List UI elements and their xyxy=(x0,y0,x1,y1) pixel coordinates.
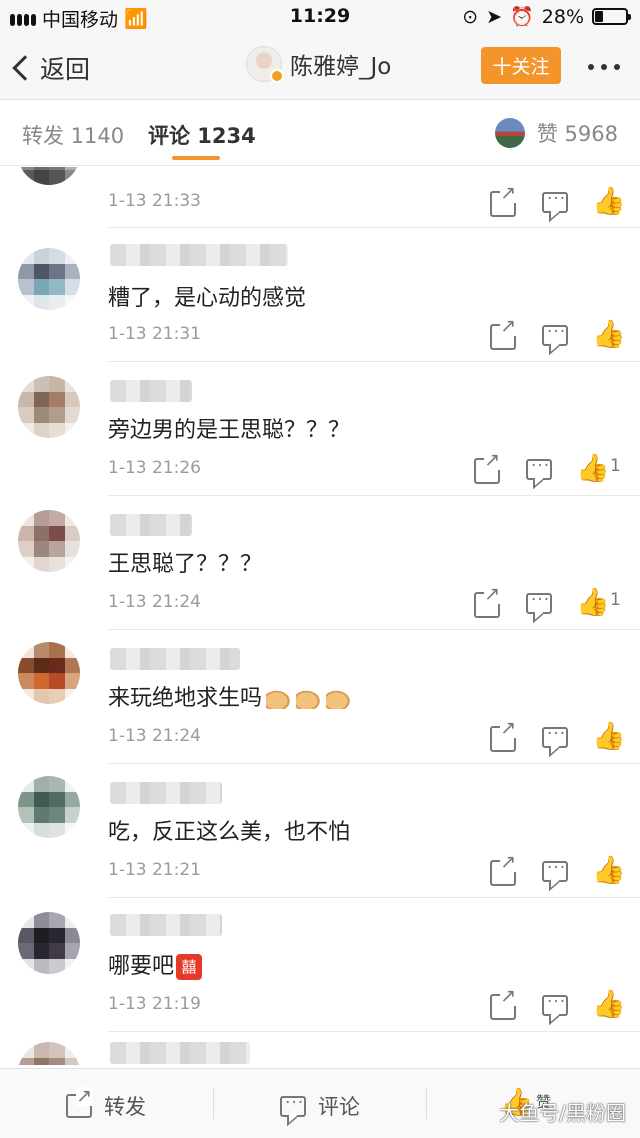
user-name-blurred[interactable] xyxy=(110,244,288,266)
comment-button[interactable]: 评论 xyxy=(280,1091,360,1121)
comment-item xyxy=(0,1032,640,1065)
lock-rotation-icon: ⊙ xyxy=(462,5,479,28)
battery-percent: 28% xyxy=(541,5,584,28)
tab-indicator xyxy=(172,156,220,160)
comment-text: 旁边男的是王思聪？？？ xyxy=(108,418,351,443)
comment-time: 1-13 21:21 xyxy=(108,860,201,880)
user-name-blurred[interactable] xyxy=(110,782,222,804)
comment-label: 评论 xyxy=(318,1095,360,1119)
comment-text: 来玩绝地求生吗 xyxy=(108,680,353,712)
comment-item: 哪要吧囍 1-13 21:19 👍 xyxy=(0,898,640,1032)
liker-avatar xyxy=(494,118,525,148)
comment-time: 1-13 21:31 xyxy=(108,324,201,344)
user-name-blurred[interactable] xyxy=(110,1042,250,1064)
avatar[interactable] xyxy=(18,642,80,704)
emoji-icon xyxy=(326,689,353,709)
share-icon xyxy=(66,1087,93,1118)
share-icon[interactable] xyxy=(490,853,517,886)
back-button[interactable]: 返回 xyxy=(12,50,91,86)
nav-user[interactable]: 陈雅婷_Jo xyxy=(246,46,391,83)
like-icon[interactable]: 👍 xyxy=(592,723,626,750)
share-icon[interactable] xyxy=(490,184,517,217)
comment-text: 王思聪了？？？ xyxy=(108,552,263,577)
avatar[interactable] xyxy=(18,248,80,310)
like-icon[interactable]: 👍 xyxy=(592,321,626,348)
like-icon[interactable]: 👍 xyxy=(592,188,626,215)
likes-count: 赞 5968 xyxy=(536,122,618,146)
comment-item: 1-13 21:33 👍 xyxy=(0,167,640,228)
like-icon[interactable]: 👍 xyxy=(576,455,610,482)
avatar[interactable] xyxy=(18,510,80,572)
share-icon[interactable] xyxy=(474,451,501,484)
tab-likes[interactable]: 赞 5968 xyxy=(494,118,618,148)
comment-list[interactable]: 1-13 21:33 👍 糟了，是心动的感觉 1-13 21:31 👍 旁边男的… xyxy=(0,167,640,1065)
battery-icon xyxy=(592,8,631,25)
divider xyxy=(213,1087,214,1119)
comment-icon[interactable] xyxy=(542,322,568,346)
back-chevron-icon xyxy=(12,55,38,81)
tab-repost[interactable]: 转发 1140 xyxy=(22,120,124,150)
alarm-icon: ⏰ xyxy=(510,6,534,28)
comment-text: 糟了，是心动的感觉 xyxy=(108,286,307,311)
avatar[interactable] xyxy=(18,776,80,838)
like-icon[interactable]: 👍 xyxy=(592,857,626,884)
repost-label: 转发 xyxy=(104,1095,146,1119)
like-count: 1 xyxy=(610,456,621,476)
comment-icon[interactable] xyxy=(526,590,552,614)
comment-item: 吃，反正这么美，也不怕 1-13 21:21 👍 xyxy=(0,764,640,898)
divider xyxy=(426,1087,427,1119)
avatar[interactable] xyxy=(18,376,80,438)
comment-icon[interactable] xyxy=(542,724,568,748)
location-icon: ➤ xyxy=(486,5,503,28)
user-name-blurred[interactable] xyxy=(110,380,192,402)
share-icon[interactable] xyxy=(474,585,501,618)
comment-icon xyxy=(280,1093,306,1117)
tab-bar: 转发 1140 评论 1234 赞 5968 xyxy=(0,100,640,166)
comment-text-body: 来玩绝地求生吗 xyxy=(108,686,263,711)
comment-item: 糟了，是心动的感觉 1-13 21:31 👍 xyxy=(0,228,640,362)
emoji-icon xyxy=(266,689,293,709)
comment-time: 1-13 21:33 xyxy=(108,191,201,211)
comment-time: 1-13 21:24 xyxy=(108,726,201,746)
comment-icon[interactable] xyxy=(526,456,552,480)
double-happiness-icon: 囍 xyxy=(176,954,203,980)
comment-item: 来玩绝地求生吗 1-13 21:24 👍 xyxy=(0,630,640,764)
comment-icon[interactable] xyxy=(542,858,568,882)
repost-button[interactable]: 转发 xyxy=(66,1087,146,1121)
bottom-toolbar: 转发 评论 👍 赞 大鱼号/黑粉圈 xyxy=(0,1068,640,1138)
user-name-blurred[interactable] xyxy=(110,514,192,536)
share-icon[interactable] xyxy=(490,719,517,752)
like-icon[interactable]: 👍 xyxy=(592,991,626,1018)
avatar[interactable] xyxy=(246,46,284,83)
user-name-blurred[interactable] xyxy=(110,648,240,670)
comment-item: 王思聪了？？？ 1-13 21:24 👍 1 xyxy=(0,496,640,630)
watermark: 大鱼号/黑粉圈 xyxy=(499,1101,626,1125)
verified-icon xyxy=(270,69,284,83)
share-icon[interactable] xyxy=(490,987,517,1020)
comment-text: 哪要吧囍 xyxy=(108,948,203,980)
avatar[interactable] xyxy=(18,912,80,974)
comment-item: 旁边男的是王思聪？？？ 1-13 21:26 👍 1 xyxy=(0,362,640,496)
more-icon[interactable] xyxy=(588,64,620,70)
user-name-blurred[interactable] xyxy=(110,914,222,936)
emoji-icon xyxy=(296,689,323,709)
status-bar: 中国移动 📶 11:29 ⊙ ➤ ⏰ 28% xyxy=(0,0,640,34)
comment-text-body: 哪要吧 xyxy=(108,954,175,979)
like-count: 1 xyxy=(610,590,621,610)
share-icon[interactable] xyxy=(490,317,517,350)
comment-text: 吃，反正这么美，也不怕 xyxy=(108,820,351,845)
nav-bar: 返回 陈雅婷_Jo 十关注 xyxy=(0,34,640,100)
user-name[interactable]: 陈雅婷_Jo xyxy=(290,47,391,81)
comment-icon[interactable] xyxy=(542,992,568,1016)
comment-icon[interactable] xyxy=(542,189,568,213)
comment-time: 1-13 21:26 xyxy=(108,458,201,478)
follow-button[interactable]: 十关注 xyxy=(481,47,561,84)
avatar[interactable] xyxy=(18,167,80,185)
comment-time: 1-13 21:19 xyxy=(108,994,201,1014)
comment-time: 1-13 21:24 xyxy=(108,592,201,612)
back-label: 返回 xyxy=(40,55,91,84)
like-icon[interactable]: 👍 xyxy=(576,589,610,616)
avatar[interactable] xyxy=(18,1042,80,1065)
status-right: ⊙ ➤ ⏰ 28% xyxy=(462,5,631,28)
